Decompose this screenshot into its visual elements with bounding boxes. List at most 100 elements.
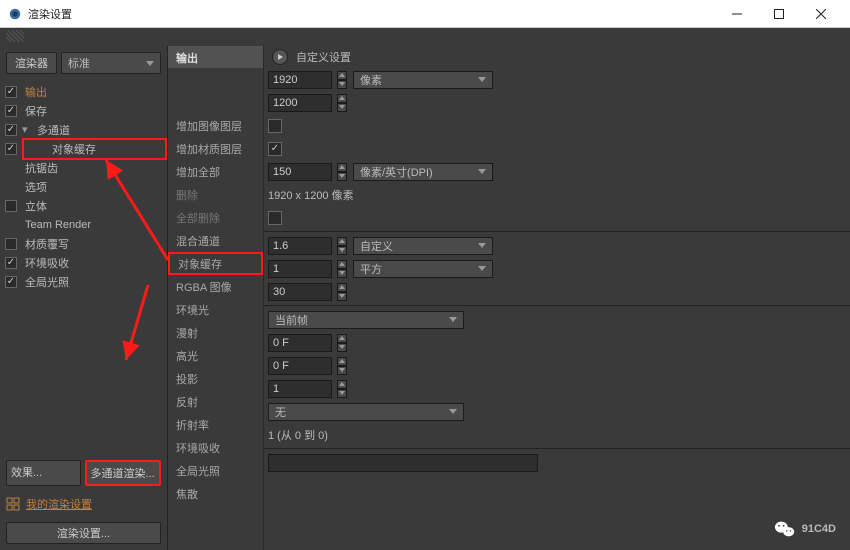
settings-tree: 输出 保存 ▾ 多通道 对象缓存 抗锯齿 选项: [0, 80, 167, 454]
spinner[interactable]: [337, 237, 347, 255]
preset-icon: [6, 497, 20, 511]
label-gi[interactable]: 全局光照: [168, 459, 263, 482]
tree-item-teamrender[interactable]: Team Render: [0, 215, 167, 234]
play-icon: [278, 54, 283, 60]
spinner[interactable]: [337, 260, 347, 278]
checkbox[interactable]: [4, 275, 18, 289]
aspect-dropdown[interactable]: 自定义: [353, 237, 493, 255]
tree-item-material-override[interactable]: 材质覆写: [0, 234, 167, 253]
value-column: 自定义设置 1920 像素 1200 150 像素/英寸(DPI) 1920 x…: [264, 46, 850, 550]
dpi-unit-dropdown[interactable]: 像素/英寸(DPI): [353, 163, 493, 181]
chevron-down-icon: [478, 77, 486, 82]
fields-dropdown[interactable]: 无: [268, 403, 464, 421]
spinner[interactable]: [337, 71, 347, 89]
resolution-text: 1920 x 1200 像素: [268, 187, 354, 203]
label-caustics[interactable]: 焦散: [168, 482, 263, 505]
label-diffuse[interactable]: 漫射: [168, 321, 263, 344]
renderer-dropdown[interactable]: 标准: [61, 52, 161, 74]
renderer-button[interactable]: 渲染器: [6, 52, 57, 74]
to-field[interactable]: 0 F: [268, 357, 332, 375]
window-title: 渲染设置: [28, 6, 716, 22]
label-refraction[interactable]: 折射率: [168, 413, 263, 436]
tree-item-output[interactable]: 输出: [0, 82, 167, 101]
watermark-text: 91C4D: [802, 523, 836, 535]
checkbox[interactable]: [4, 123, 18, 137]
wechat-icon: [774, 518, 796, 540]
checkbox[interactable]: [4, 199, 18, 213]
width-unit-dropdown[interactable]: 像素: [353, 71, 493, 89]
close-button[interactable]: [800, 1, 842, 27]
spinner[interactable]: [337, 283, 347, 301]
menu-bar: [0, 28, 850, 46]
frame-range-dropdown[interactable]: 当前帧: [268, 311, 464, 329]
expander-icon[interactable]: ▾: [22, 123, 32, 136]
renderer-value: 标准: [68, 55, 90, 71]
label-add-all[interactable]: 增加全部: [168, 160, 263, 183]
tree-item-options[interactable]: 选项: [0, 177, 167, 196]
chevron-down-icon: [478, 243, 486, 248]
width-field[interactable]: 1920: [268, 71, 332, 89]
title-bar: 渲染设置: [0, 0, 850, 28]
chevron-down-icon: [478, 169, 486, 174]
spinner[interactable]: [337, 380, 347, 398]
tree-item-gi[interactable]: 全局光照: [0, 272, 167, 291]
tree-item-multipass[interactable]: ▾ 多通道: [0, 120, 167, 139]
aspect-field[interactable]: 1.6: [268, 237, 332, 255]
minimize-button[interactable]: [716, 1, 758, 27]
addall-checkbox[interactable]: [268, 142, 282, 156]
spinner[interactable]: [337, 334, 347, 352]
spinner[interactable]: [337, 163, 347, 181]
chevron-down-icon: [449, 317, 457, 322]
left-panel: 渲染器 标准 输出 保存 ▾ 多通道 对象缓存: [0, 46, 168, 550]
chevron-down-icon: [449, 409, 457, 414]
pixel-aspect-field[interactable]: 1: [268, 260, 332, 278]
blend-checkbox[interactable]: [268, 211, 282, 225]
lock-checkbox[interactable]: [268, 119, 282, 133]
label-add-material-layer[interactable]: 增加材质图层: [168, 137, 263, 160]
checkbox[interactable]: [4, 104, 18, 118]
save-settings-button[interactable]: 渲染设置...: [6, 522, 161, 544]
checkbox[interactable]: [4, 85, 18, 99]
label-delete-all[interactable]: 全部删除: [168, 206, 263, 229]
right-panel: 输出 增加图像图层 增加材质图层 增加全部 删除 全部删除 混合通道 对象缓存 …: [168, 46, 850, 550]
multipass-button[interactable]: 多通道渲染...: [85, 460, 162, 486]
spinner[interactable]: [337, 94, 347, 112]
step-field[interactable]: 1: [268, 380, 332, 398]
maximize-button[interactable]: [758, 1, 800, 27]
tree-item-ao[interactable]: 环境吸收: [0, 253, 167, 272]
fps-field[interactable]: 30: [268, 283, 332, 301]
comment-field[interactable]: [268, 454, 538, 472]
checkbox[interactable]: [4, 237, 18, 251]
tree-item-save[interactable]: 保存: [0, 101, 167, 120]
label-rgba[interactable]: RGBA 图像: [168, 275, 263, 298]
chevron-down-icon: [146, 61, 154, 66]
gripper-icon: [6, 30, 24, 42]
app-icon: [8, 7, 22, 21]
label-ao[interactable]: 环境吸收: [168, 436, 263, 459]
custom-settings-label: 自定义设置: [296, 49, 351, 65]
from-field[interactable]: 0 F: [268, 334, 332, 352]
watermark: 91C4D: [774, 518, 836, 540]
spinner[interactable]: [337, 357, 347, 375]
checkbox[interactable]: [4, 256, 18, 270]
tree-item-object-buffer[interactable]: 对象缓存: [0, 139, 167, 158]
label-shadow[interactable]: 投影: [168, 367, 263, 390]
label-reflection[interactable]: 反射: [168, 390, 263, 413]
label-ambient[interactable]: 环境光: [168, 298, 263, 321]
label-delete[interactable]: 删除: [168, 183, 263, 206]
label-object-buffer[interactable]: 对象缓存: [168, 252, 263, 275]
pixel-aspect-dropdown[interactable]: 平方: [353, 260, 493, 278]
dpi-field[interactable]: 150: [268, 163, 332, 181]
tree-item-stereo[interactable]: 立体: [0, 196, 167, 215]
play-button[interactable]: [272, 49, 288, 65]
label-specular[interactable]: 高光: [168, 344, 263, 367]
tree-item-antialias[interactable]: 抗锯齿: [0, 158, 167, 177]
label-add-image-layer[interactable]: 增加图像图层: [168, 114, 263, 137]
checkbox[interactable]: [4, 142, 18, 156]
effects-button[interactable]: 效果...: [6, 460, 81, 486]
height-field[interactable]: 1200: [268, 94, 332, 112]
preset-link[interactable]: 我的渲染设置: [26, 496, 92, 512]
label-blend-channel[interactable]: 混合通道: [168, 229, 263, 252]
section-header: 输出: [168, 46, 263, 68]
frames-text: 1 (从 0 到 0): [268, 427, 328, 443]
